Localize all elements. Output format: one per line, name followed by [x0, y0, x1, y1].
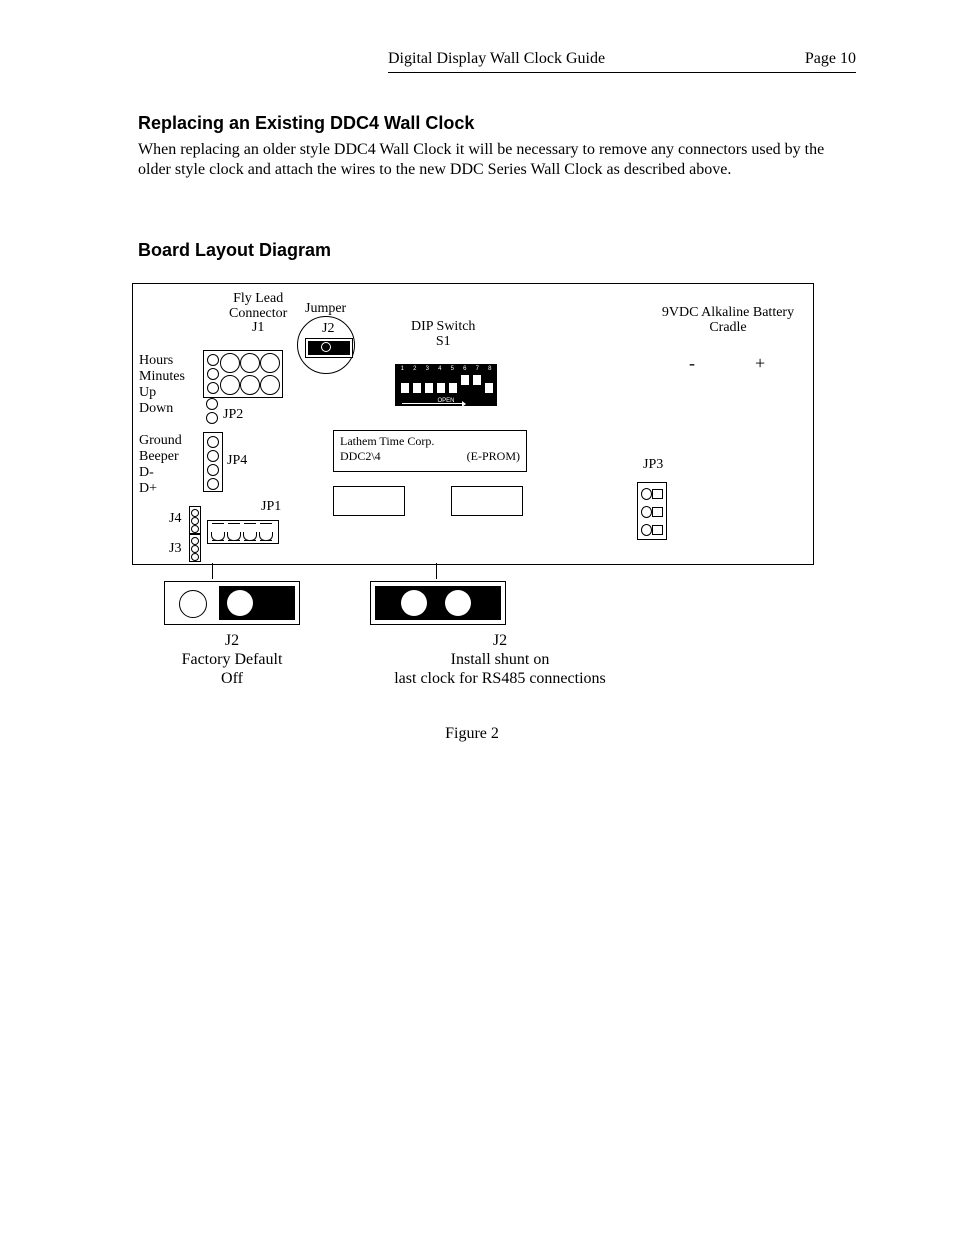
jumper-label-title: Jumper	[305, 302, 346, 317]
j2-variant-a: J2 Factory Default Off	[164, 581, 300, 689]
pins1-minutes: Minutes	[139, 370, 185, 385]
pins1-hours: Hours	[139, 354, 173, 369]
pins2-dminus: D-	[139, 466, 154, 481]
section-1-heading: Replacing an Existing DDC4 Wall Clock	[138, 113, 856, 134]
battery-label: 9VDC Alkaline Battery Cradle	[643, 306, 813, 335]
j2-variants-row: J2 Factory Default Off J2 Install shunt …	[164, 581, 856, 689]
flylead-label: Fly Lead Connector J1	[229, 292, 287, 336]
pins2-ground: Ground	[139, 434, 182, 449]
pins2-dplus: D+	[139, 482, 157, 497]
j4-header	[189, 506, 201, 534]
pins1-down: Down	[139, 402, 173, 417]
jumper-j2-box	[305, 338, 353, 358]
header-page: Page 10	[805, 50, 856, 68]
jp2-component	[203, 350, 283, 398]
battery-plus: +	[755, 354, 765, 373]
j2-variant-b: J2 Install shunt on last clock for RS485…	[370, 581, 630, 689]
j3-header	[189, 534, 201, 562]
small-rect-1	[333, 486, 405, 516]
dip-switch: 1 2 3 4 5 6 7 8 OPEN	[395, 364, 497, 406]
section-2-heading: Board Layout Diagram	[138, 240, 856, 261]
j3-label: J3	[169, 542, 181, 557]
jp2-label: JP2	[223, 408, 243, 423]
seven-segment	[207, 520, 279, 544]
pins2-beeper: Beeper	[139, 450, 179, 465]
j4-label: J4	[169, 512, 181, 527]
small-rect-2	[451, 486, 523, 516]
jp4-label: JP4	[227, 454, 247, 469]
battery-minus: -	[689, 354, 695, 373]
page-header: Digital Display Wall Clock Guide Page 10	[388, 50, 856, 73]
jp3-label: JP3	[643, 458, 663, 473]
jp4-component	[203, 432, 223, 492]
board-layout-diagram: Fly Lead Connector J1 Jumper J2 DIP Swit…	[132, 283, 814, 565]
section-1-body: When replacing an older style DDC4 Wall …	[138, 140, 856, 180]
header-title: Digital Display Wall Clock Guide	[388, 50, 605, 68]
dip-label: DIP Switch S1	[411, 320, 475, 349]
pins1-up: Up	[139, 386, 156, 401]
jp3-component	[637, 482, 667, 540]
figure-caption: Figure 2	[132, 725, 812, 743]
eprom-box: Lathem Time Corp. DDC2\4 (E-PROM)	[333, 430, 527, 472]
jp1-label: JP1	[261, 500, 281, 515]
